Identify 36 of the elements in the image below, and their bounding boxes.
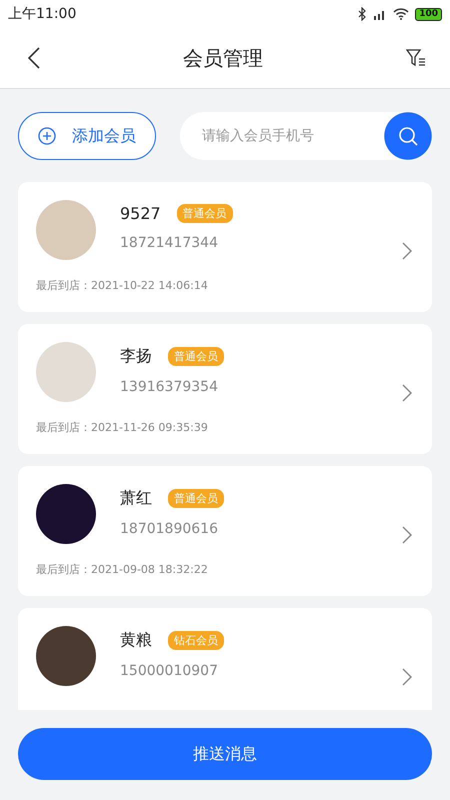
wifi-icon (393, 8, 410, 20)
last-visit-time: 最后到店：2021-11-26 09:35:39 (36, 420, 209, 435)
member-tier: 普通会员 (168, 489, 224, 508)
add-member-button[interactable]: 添加会员 (18, 112, 156, 160)
member-phone: 13916379354 (120, 379, 219, 395)
search-button[interactable] (384, 112, 432, 160)
member-tier: 普通会员 (168, 347, 224, 366)
member-name: 9527 (120, 204, 161, 223)
member-card[interactable]: 黄粮 钻石会员 15000010907 (18, 608, 432, 710)
member-phone: 18701890616 (120, 521, 219, 537)
member-phone: 18721417344 (120, 235, 219, 251)
chevron-right-icon (402, 384, 412, 402)
chevron-right-icon (402, 526, 412, 544)
chevron-right-icon (402, 242, 412, 260)
status-time: 上午11:00 (8, 5, 76, 23)
member-card[interactable]: 李扬 普通会员 13916379354 最后到店：2021-11-26 09:35:39 (18, 324, 432, 454)
push-message-button[interactable]: 推送消息 (18, 728, 432, 780)
member-phone: 15000010907 (120, 663, 219, 679)
member-name: 黄粮 (120, 630, 152, 651)
bluetooth-icon (358, 7, 368, 21)
member-name: 李扬 (120, 346, 152, 367)
member-card[interactable]: 萧红 普通会员 18701890616 最后到店：2021-09-08 18:32:22 (18, 466, 432, 596)
back-icon[interactable] (28, 47, 40, 69)
member-tier: 钻石会员 (168, 631, 224, 650)
plus-icon (38, 127, 56, 145)
chevron-right-icon (402, 668, 412, 686)
search-field[interactable]: 请输入会员手机号 (180, 112, 384, 160)
last-visit-time: 最后到店：2021-09-08 18:32:22 (36, 562, 209, 577)
member-card[interactable]: 9527 普通会员 18721417344 最后到店：2021-10-22 14:06:14 (18, 182, 432, 312)
member-tier: 普通会员 (176, 204, 233, 223)
filter-icon[interactable] (406, 48, 426, 68)
member-name: 萧红 (120, 488, 152, 509)
page-title: 会员管理 (183, 44, 263, 72)
search-icon (397, 125, 419, 147)
battery-level: 100 (415, 8, 442, 20)
last-visit-time: 最后到店：2021-10-22 14:06:14 (36, 278, 209, 293)
